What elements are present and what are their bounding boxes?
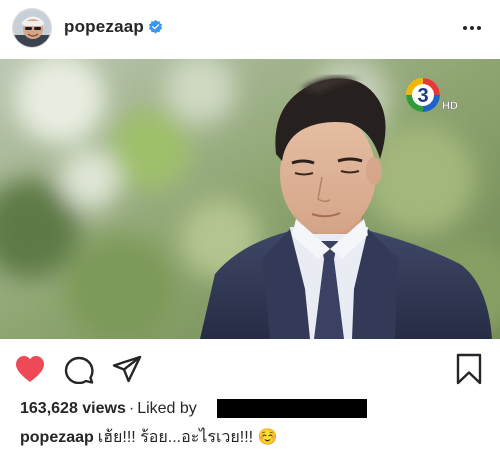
- instagram-post: popezaap 3 HD 163,628 views · Liked by p…: [0, 0, 500, 452]
- photo-scene: 3 HD: [0, 59, 500, 339]
- caption-username[interactable]: popezaap: [20, 429, 94, 446]
- stats-separator: ·: [128, 400, 135, 417]
- bookmark-icon[interactable]: [455, 353, 483, 385]
- avatar[interactable]: [12, 8, 52, 48]
- heart-icon[interactable]: [14, 354, 46, 384]
- more-options-icon[interactable]: [460, 16, 484, 40]
- post-actions: [0, 346, 500, 392]
- redacted-likers: [217, 399, 367, 418]
- view-count[interactable]: 163,628 views: [20, 400, 126, 417]
- comment-icon[interactable]: [64, 354, 94, 384]
- verified-badge-icon: [148, 19, 163, 34]
- liked-by-label: Liked by: [137, 400, 197, 417]
- share-icon[interactable]: [112, 354, 142, 384]
- post-photo[interactable]: 3 HD: [0, 59, 500, 339]
- post-username[interactable]: popezaap: [64, 17, 144, 37]
- caption-text: เฮ้ย!!! ร้อย...อะไรเวย!!! ☺️: [97, 429, 278, 446]
- post-stats: 163,628 views · Liked by: [20, 398, 490, 420]
- post-header: popezaap: [0, 0, 500, 58]
- channel-logo-suffix: HD: [442, 100, 458, 112]
- channel-logo-number: 3: [417, 85, 428, 107]
- post-caption: popezaap เฮ้ย!!! ร้อย...อะไรเวย!!! ☺️: [20, 427, 490, 449]
